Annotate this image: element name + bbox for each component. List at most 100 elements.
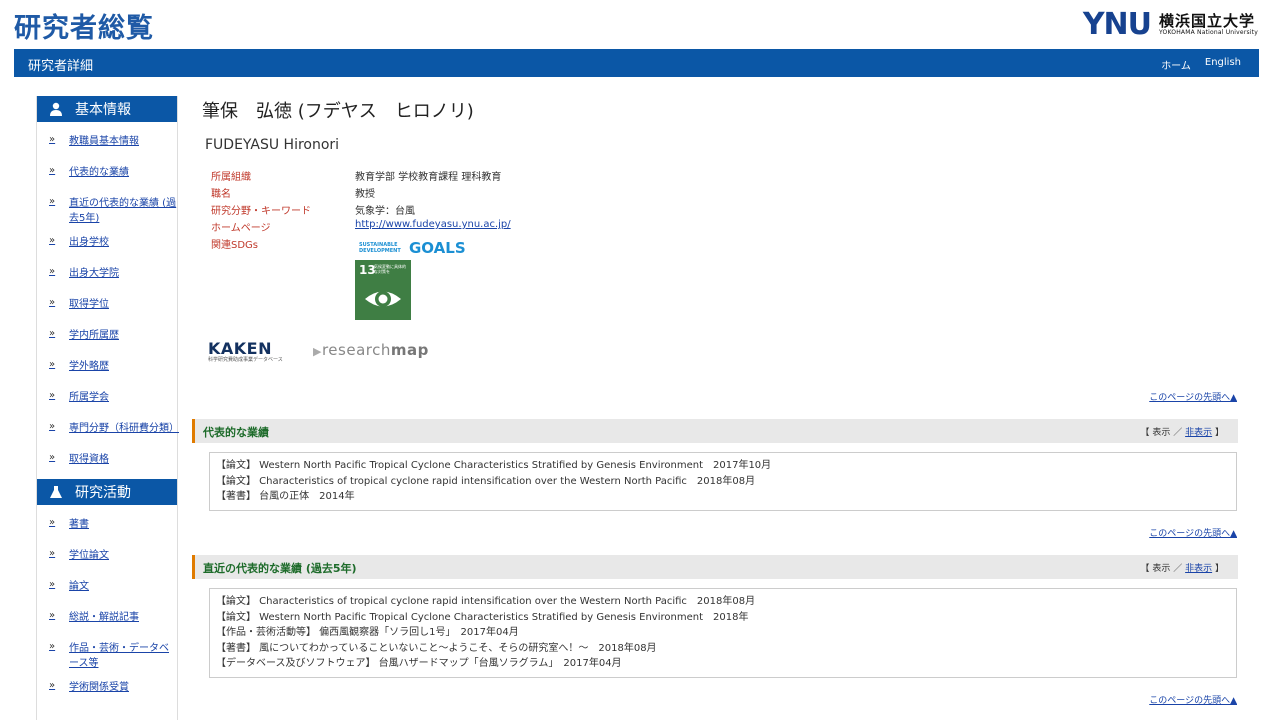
sdg13-badge[interactable]: 13 気候変動に具体的な対策を: [355, 260, 411, 320]
info-value: 気象学：台風: [355, 206, 415, 217]
sidebar-item-label: 学術関係受賞: [69, 682, 129, 693]
toggle-hide-link[interactable]: 非表示: [1185, 564, 1212, 574]
university-logo[interactable]: YNU 横浜国立大学 YOKOHAMA National University: [1083, 10, 1258, 40]
list-item: 【論文】 Characteristics of tropical cyclone…: [216, 475, 756, 487]
sidebar-item-label: 総説・解説記事: [69, 612, 139, 623]
flask-icon: [49, 485, 63, 499]
logo-en: YOKOHAMA National University: [1159, 29, 1258, 36]
sdg-goals-logo: SUSTAINABLE DEVELOPMENT GOALS: [359, 239, 466, 257]
sidebar-item-label: 学外略歴: [69, 361, 109, 372]
section-title: 直近の代表的な業績 (過去5年): [203, 562, 357, 575]
sidebar-item[interactable]: » 出身学校: [37, 235, 177, 250]
list-item: 【データベース及びソフトウェア】 台風ハザードマップ「台風ソラグラム」 2017…: [216, 658, 622, 670]
chevron-right-icon: »: [49, 517, 56, 528]
sidebar-item-label: 学位論文: [69, 550, 109, 561]
sidebar-item[interactable]: » 総説・解説記事: [37, 610, 177, 625]
toggle-show-label[interactable]: 【 表示 ／: [1141, 428, 1186, 438]
sidebar-item[interactable]: » 取得学位: [37, 297, 177, 312]
chevron-right-icon: »: [49, 235, 56, 246]
sidebar-item-label: 取得学位: [69, 299, 109, 310]
play-arrow-icon: ▶: [313, 345, 322, 358]
chevron-right-icon: »: [49, 452, 56, 463]
nav-english-link[interactable]: English: [1205, 57, 1241, 72]
nav-home-link[interactable]: ホーム: [1161, 57, 1191, 72]
sidebar-item-label: 教職員基本情報: [69, 136, 139, 147]
toggle-close: 】: [1212, 428, 1224, 438]
section-list-representative: 【論文】 Western North Pacific Tropical Cycl…: [209, 452, 1237, 511]
chevron-right-icon: »: [49, 390, 56, 401]
sidebar-item[interactable]: » 作品・芸術・データベース等: [37, 641, 177, 671]
section-toggle: 【 表示 ／ 非表示 】: [1141, 425, 1224, 438]
researchmap-text-b: map: [390, 341, 429, 359]
info-value: 教授: [355, 189, 375, 200]
chevron-right-icon: »: [49, 421, 56, 432]
top-nav: ホーム English: [1161, 57, 1241, 72]
sidebar-item-label: 代表的な業績: [69, 167, 129, 178]
homepage-link[interactable]: http://www.fudeyasu.ynu.ac.jp/: [355, 219, 511, 230]
back-to-top-link[interactable]: このページの先頭へ▲: [1149, 390, 1237, 403]
researcher-name-en: FUDEYASU Hironori: [205, 137, 340, 153]
sidebar-item[interactable]: » 直近の代表的な業績 (過去5年): [37, 196, 177, 226]
logo-ynu: YNU: [1082, 7, 1152, 42]
sidebar: 基本情報 » 教職員基本情報 » 代表的な業績 » 直近の代表的な業績 (過去5年) » 出身…: [36, 96, 179, 720]
chevron-right-icon: »: [49, 134, 56, 145]
kaken-link[interactable]: KAKEN 科学研究費助成事業データベース: [208, 340, 283, 363]
chevron-right-icon: »: [49, 196, 56, 207]
section-header-recent: 直近の代表的な業績 (過去5年) 【 表示 ／ 非表示 】: [192, 555, 1238, 579]
researcher-name-jp: 筆保 弘徳 (フデヤス ヒロノリ): [202, 101, 474, 122]
researchmap-text-a: research: [321, 341, 391, 359]
sidebar-section-title: 基本情報: [75, 102, 131, 118]
back-to-top-link[interactable]: このページの先頭へ▲: [1149, 693, 1237, 706]
list-item: 【著書】 風についてわかっていることいないこと～ようこそ、そらの研究室へ！～ 2…: [216, 642, 657, 654]
sidebar-item[interactable]: » 著書: [37, 517, 177, 532]
chevron-right-icon: »: [49, 641, 56, 652]
info-value: 教育学部 学校教育課程 理科教育: [355, 172, 502, 183]
page-heading: 研究者詳細: [28, 59, 94, 74]
sdg-big-text: GOALS: [409, 239, 466, 257]
info-key: 所属組織: [211, 172, 251, 183]
section-toggle: 【 表示 ／ 非表示 】: [1141, 561, 1224, 574]
sidebar-item[interactable]: » 学内所属歴: [37, 328, 177, 343]
list-item: 【論文】 Western North Pacific Tropical Cycl…: [216, 611, 749, 623]
sidebar-item[interactable]: » 出身大学院: [37, 266, 177, 281]
sidebar-item-label: 出身大学院: [69, 268, 119, 279]
sidebar-item-label: 著書: [69, 519, 89, 530]
sidebar-section-basic-info: 基本情報: [37, 96, 177, 122]
sidebar-list-basic: » 教職員基本情報 » 代表的な業績 » 直近の代表的な業績 (過去5年) » 出身学校 » 出身…: [37, 134, 179, 467]
sidebar-item[interactable]: » 教職員基本情報: [37, 134, 177, 149]
sidebar-item-label: 所属学会: [69, 392, 109, 403]
sidebar-item[interactable]: » 学外略歴: [37, 359, 177, 374]
sidebar-item-label: 専門分野（科研費分類）: [69, 423, 179, 434]
toggle-hide-link[interactable]: 非表示: [1185, 428, 1212, 438]
sidebar-item-label: 直近の代表的な業績 (過去5年): [69, 198, 177, 224]
logo-text: 横浜国立大学 YOKOHAMA National University: [1159, 13, 1258, 37]
sidebar-item[interactable]: » 取得資格: [37, 452, 177, 467]
sidebar-list-research: » 著書 » 学位論文 » 論文 » 総説・解説記事 » 作品・芸術・データベース等 » 学術関係受賞: [37, 517, 177, 695]
researchmap-link[interactable]: ▶researchmap: [313, 341, 429, 359]
person-icon: [49, 102, 63, 116]
chevron-right-icon: »: [49, 579, 56, 590]
chevron-right-icon: »: [49, 359, 56, 370]
earth-eye-icon: [365, 291, 401, 307]
back-to-top-link[interactable]: このページの先頭へ▲: [1149, 526, 1237, 539]
chevron-right-icon: »: [49, 297, 56, 308]
chevron-right-icon: »: [49, 266, 56, 277]
logo-jp: 横浜国立大学: [1159, 12, 1256, 30]
sidebar-item[interactable]: » 学術関係受賞: [37, 680, 177, 695]
chevron-right-icon: »: [49, 328, 56, 339]
kaken-logo: KAKEN: [208, 339, 272, 358]
chevron-right-icon: »: [49, 680, 56, 691]
list-item: 【論文】 Characteristics of tropical cyclone…: [216, 596, 756, 607]
chevron-right-icon: »: [49, 165, 56, 176]
site-title[interactable]: 研究者総覧: [14, 6, 154, 45]
toggle-show-label[interactable]: 【 表示 ／: [1141, 564, 1186, 574]
sidebar-item[interactable]: » 代表的な業績: [37, 165, 177, 180]
sidebar-item[interactable]: » 所属学会: [37, 390, 177, 405]
sidebar-item[interactable]: » 論文: [37, 579, 177, 594]
chevron-right-icon: »: [49, 610, 56, 621]
sidebar-item[interactable]: » 学位論文: [37, 548, 177, 563]
top-bar: 研究者詳細 ホーム English: [14, 49, 1259, 77]
info-key: 職名: [211, 189, 231, 200]
info-key: 研究分野・キーワード: [211, 206, 311, 217]
sidebar-item[interactable]: » 専門分野（科研費分類）: [37, 421, 179, 436]
